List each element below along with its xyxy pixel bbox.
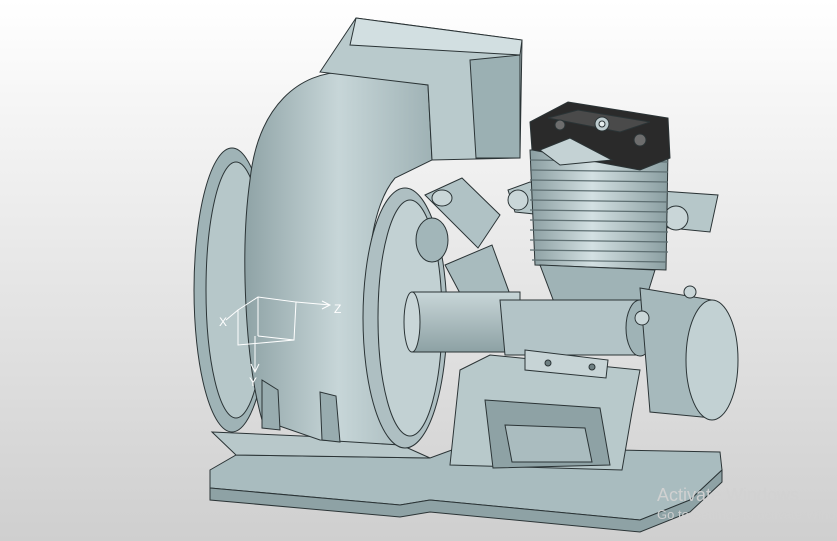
axis-z-label: Z — [334, 302, 341, 316]
axis-x-label: X — [219, 315, 227, 329]
engine-model[interactable]: X Z Y — [0, 0, 837, 541]
drive-shaft — [403, 291, 655, 357]
engine-cylinder — [507, 101, 719, 319]
axis-y-label: Y — [249, 375, 257, 389]
end-motor — [634, 285, 739, 421]
mount-stand — [449, 349, 641, 471]
cad-viewport[interactable]: X Z Y Activate Windows Go to Settings to… — [0, 0, 837, 541]
